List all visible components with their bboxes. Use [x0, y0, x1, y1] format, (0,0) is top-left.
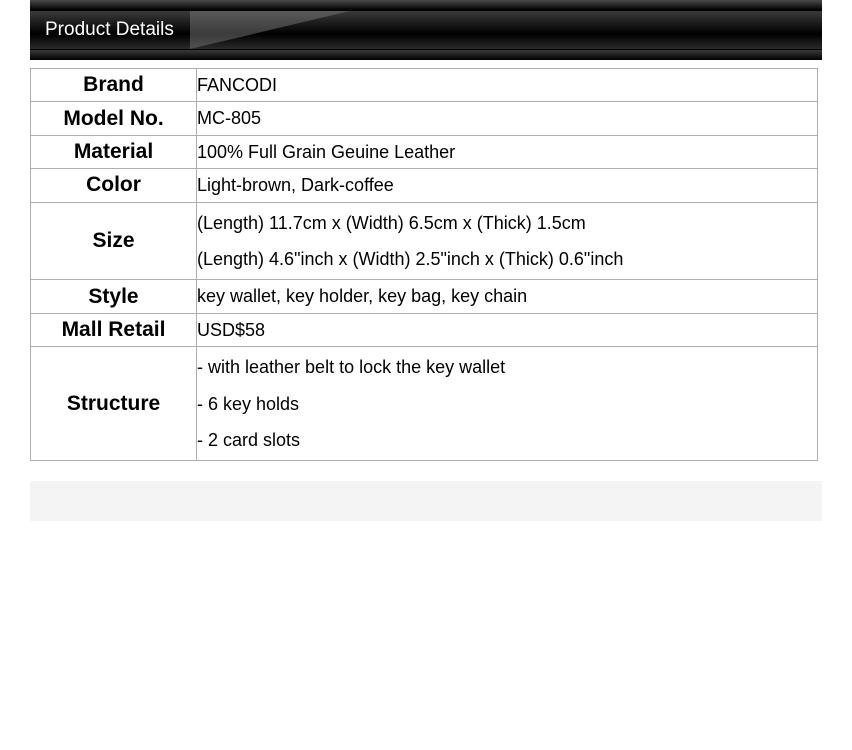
size-line-2: (Length) 4.6"inch x (Width) 2.5"inch x (…: [197, 243, 817, 275]
table-row: Material 100% Full Grain Geuine Leather: [31, 135, 818, 168]
title-bar: Product Details: [30, 11, 822, 49]
row-label-size: Size: [31, 202, 197, 280]
row-label-color: Color: [31, 169, 197, 202]
row-label-model: Model No.: [31, 102, 197, 135]
footer-shade: [30, 481, 822, 521]
table-row: Color Light-brown, Dark-coffee: [31, 169, 818, 202]
row-value-brand: FANCODI: [197, 69, 818, 102]
structure-line-2: - 6 key holds: [197, 388, 817, 420]
table-row: Mall Retail USD$58: [31, 313, 818, 346]
row-value-mall-retail: USD$58: [197, 313, 818, 346]
header-bottom-strip: [30, 50, 822, 60]
row-label-brand: Brand: [31, 69, 197, 102]
row-label-structure: Structure: [31, 347, 197, 461]
product-details-title: Product Details: [30, 19, 174, 41]
row-value-model: MC-805: [197, 102, 818, 135]
specification-table: Brand FANCODI Model No. MC-805 Material …: [30, 68, 818, 461]
row-value-style: key wallet, key holder, key bag, key cha…: [197, 280, 818, 313]
table-row: Model No. MC-805: [31, 102, 818, 135]
row-label-style: Style: [31, 280, 197, 313]
table-row: Style key wallet, key holder, key bag, k…: [31, 280, 818, 313]
structure-line-3: - 2 card slots: [197, 424, 817, 456]
table-row: Structure - with leather belt to lock th…: [31, 347, 818, 461]
row-label-mall-retail: Mall Retail: [31, 313, 197, 346]
header-top-strip: [30, 0, 822, 10]
row-value-color: Light-brown, Dark-coffee: [197, 169, 818, 202]
structure-line-1: - with leather belt to lock the key wall…: [197, 351, 817, 383]
table-row: Size (Length) 11.7cm x (Width) 6.5cm x (…: [31, 202, 818, 280]
row-value-material: 100% Full Grain Geuine Leather: [197, 135, 818, 168]
row-label-material: Material: [31, 135, 197, 168]
table-row: Brand FANCODI: [31, 69, 818, 102]
title-accent-shape: [190, 11, 350, 49]
row-value-structure: - with leather belt to lock the key wall…: [197, 347, 818, 461]
row-value-size: (Length) 11.7cm x (Width) 6.5cm x (Thick…: [197, 202, 818, 280]
size-line-1: (Length) 11.7cm x (Width) 6.5cm x (Thick…: [197, 207, 817, 239]
header-banner: Product Details: [30, 0, 822, 60]
